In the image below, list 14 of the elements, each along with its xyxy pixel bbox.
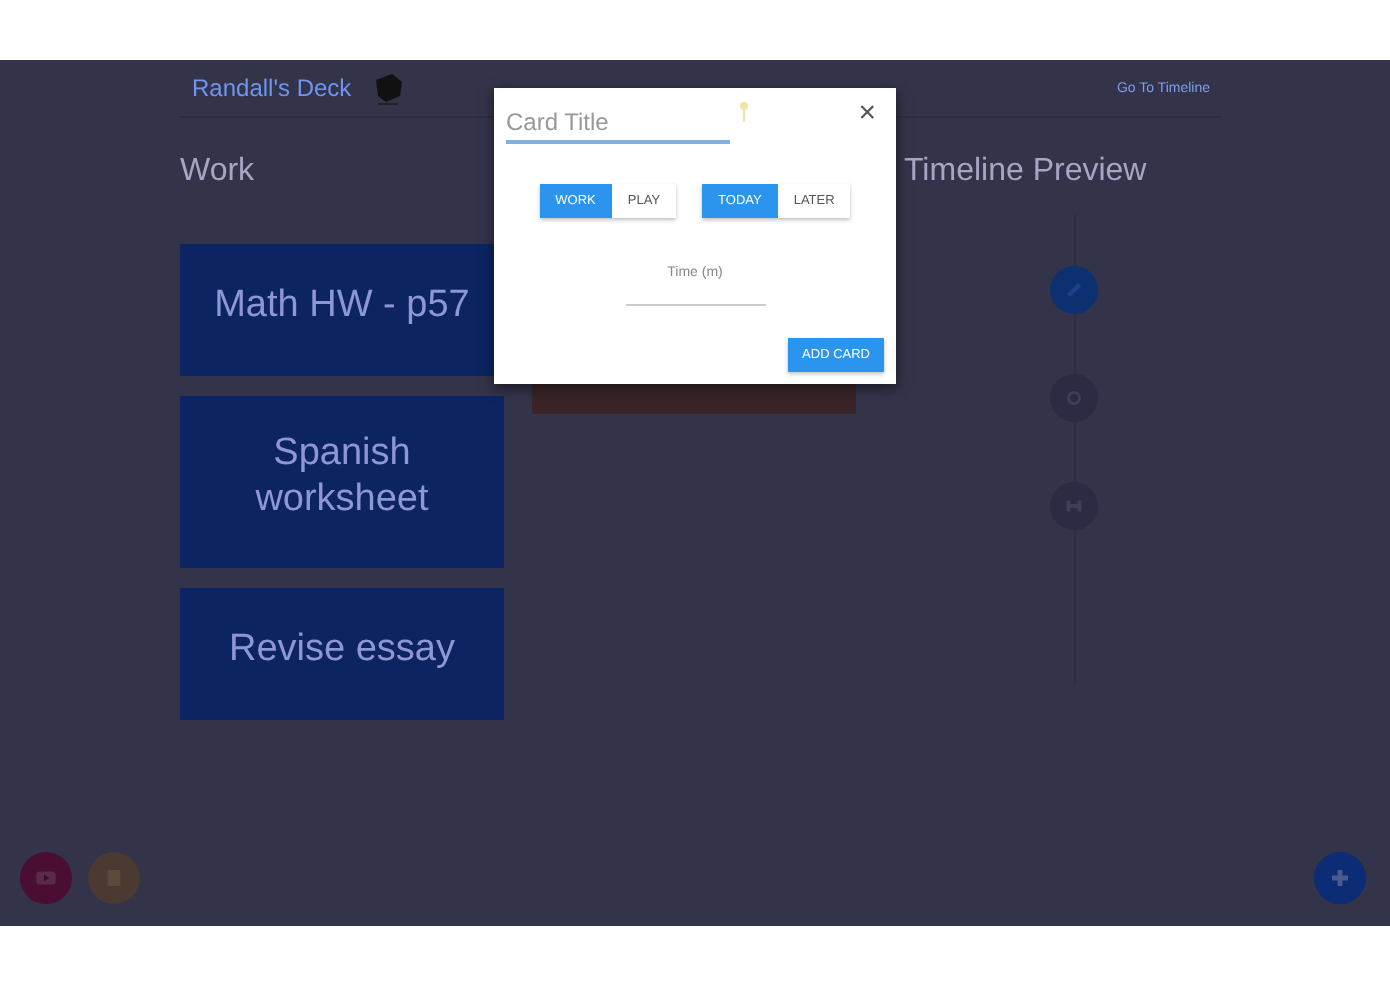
pin-icon [738, 100, 750, 124]
add-icon[interactable] [1314, 852, 1366, 904]
video-play-icon[interactable] [20, 852, 72, 904]
timeline-heading: Timeline Preview [904, 154, 1149, 192]
deck-title[interactable]: Randall's Deck [192, 74, 352, 102]
pencil-icon[interactable] [1050, 266, 1098, 314]
card-title: Spanish worksheet [253, 430, 431, 522]
work-heading: Work [180, 154, 257, 192]
task-card[interactable]: Revise essay [180, 588, 504, 720]
close-button[interactable]: × [858, 100, 876, 128]
card-title: Revise essay [229, 625, 455, 671]
card-title: Math HW - p57 [214, 281, 470, 327]
document-icon[interactable] [88, 852, 140, 904]
task-card[interactable]: Spanish worksheet [180, 396, 504, 568]
